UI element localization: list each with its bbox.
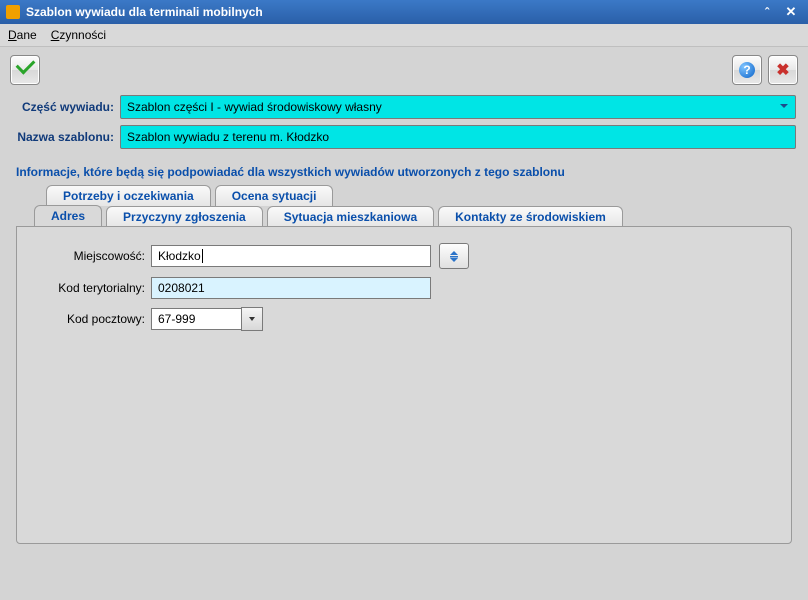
czesc-wywiadu-select[interactable]: Szablon części I - wywiad środowiskowy w… [120, 95, 796, 119]
nazwa-szablonu-row: Nazwa szablonu: Szablon wywiadu z terenu… [12, 125, 796, 149]
czesc-wywiadu-value: Szablon części I - wywiad środowiskowy w… [127, 100, 382, 114]
chevron-down-icon [248, 315, 256, 323]
x-icon: ✖ [776, 60, 789, 80]
tab-adres[interactable]: Adres [34, 205, 102, 227]
app-icon [6, 5, 20, 19]
miejscowosc-label: Miejscowość: [35, 249, 151, 263]
kod-poczt-label: Kod pocztowy: [35, 312, 151, 326]
lookup-icon [447, 249, 461, 263]
kod-teryt-input [151, 277, 431, 299]
tabs: Potrzeby i oczekiwania Ocena sytuacji Ad… [16, 185, 792, 545]
nazwa-szablonu-label: Nazwa szablonu: [12, 130, 120, 144]
czesc-wywiadu-row: Część wywiadu: Szablon części I - wywiad… [12, 95, 796, 119]
cancel-button[interactable]: ✖ [768, 55, 798, 85]
tab-kontakty[interactable]: Kontakty ze środowiskiem [438, 206, 623, 227]
close-icon: ✕ [786, 4, 797, 20]
nazwa-szablonu-value: Szablon wywiadu z terenu m. Kłodzko [127, 130, 329, 144]
tab-panel-adres: Miejscowość: Kłodzko Kod terytorialny: [16, 226, 792, 544]
titlebar[interactable]: Szablon wywiadu dla terminali mobilnych … [0, 0, 808, 24]
close-button[interactable]: ✕ [780, 4, 802, 20]
kod-poczt-combo[interactable] [151, 307, 263, 331]
section-title: Informacje, które będą się podpowiadać d… [12, 155, 796, 185]
miejscowosc-value: Kłodzko [158, 249, 201, 263]
tab-przyczyny[interactable]: Przyczyny zgłoszenia [106, 206, 263, 227]
window: Szablon wywiadu dla terminali mobilnych … [0, 0, 808, 600]
kod-poczt-row: Kod pocztowy: [35, 307, 773, 331]
dropdown-icon [779, 100, 789, 114]
check-icon [17, 62, 33, 78]
tab-row-front: Adres Przyczyny zgłoszenia Sytuacja mies… [16, 205, 792, 227]
help-button[interactable]: ? [732, 55, 762, 85]
tab-potrzeby[interactable]: Potrzeby i oczekiwania [46, 185, 211, 206]
accept-button[interactable] [10, 55, 40, 85]
menu-czynnosci[interactable]: Czynności [51, 28, 106, 42]
tab-sytuacja[interactable]: Sytuacja mieszkaniowa [267, 206, 434, 227]
tab-ocena[interactable]: Ocena sytuacji [215, 185, 334, 206]
miejscowosc-row: Miejscowość: Kłodzko [35, 243, 773, 269]
miejscowosc-input[interactable]: Kłodzko [151, 245, 431, 267]
kod-poczt-input[interactable] [151, 308, 241, 330]
menu-dane[interactable]: Dane [8, 28, 37, 42]
nazwa-szablonu-input[interactable]: Szablon wywiadu z terenu m. Kłodzko [120, 125, 796, 149]
chevron-up-icon: ˆ [765, 5, 769, 20]
header-form: Część wywiadu: Szablon części I - wywiad… [0, 93, 808, 557]
tab-row-back: Potrzeby i oczekiwania Ocena sytuacji [16, 185, 792, 206]
kod-poczt-dropdown-button[interactable] [241, 307, 263, 331]
czesc-wywiadu-label: Część wywiadu: [12, 100, 120, 114]
toolbar: ? ✖ [0, 47, 808, 93]
help-icon: ? [739, 62, 755, 78]
kod-teryt-label: Kod terytorialny: [35, 281, 151, 295]
kod-teryt-row: Kod terytorialny: [35, 277, 773, 299]
text-caret-icon [202, 249, 203, 263]
minimize-button[interactable]: ˆ [756, 4, 778, 20]
miejscowosc-lookup-button[interactable] [439, 243, 469, 269]
window-title: Szablon wywiadu dla terminali mobilnych [26, 5, 754, 19]
menubar: Dane Czynności [0, 24, 808, 47]
